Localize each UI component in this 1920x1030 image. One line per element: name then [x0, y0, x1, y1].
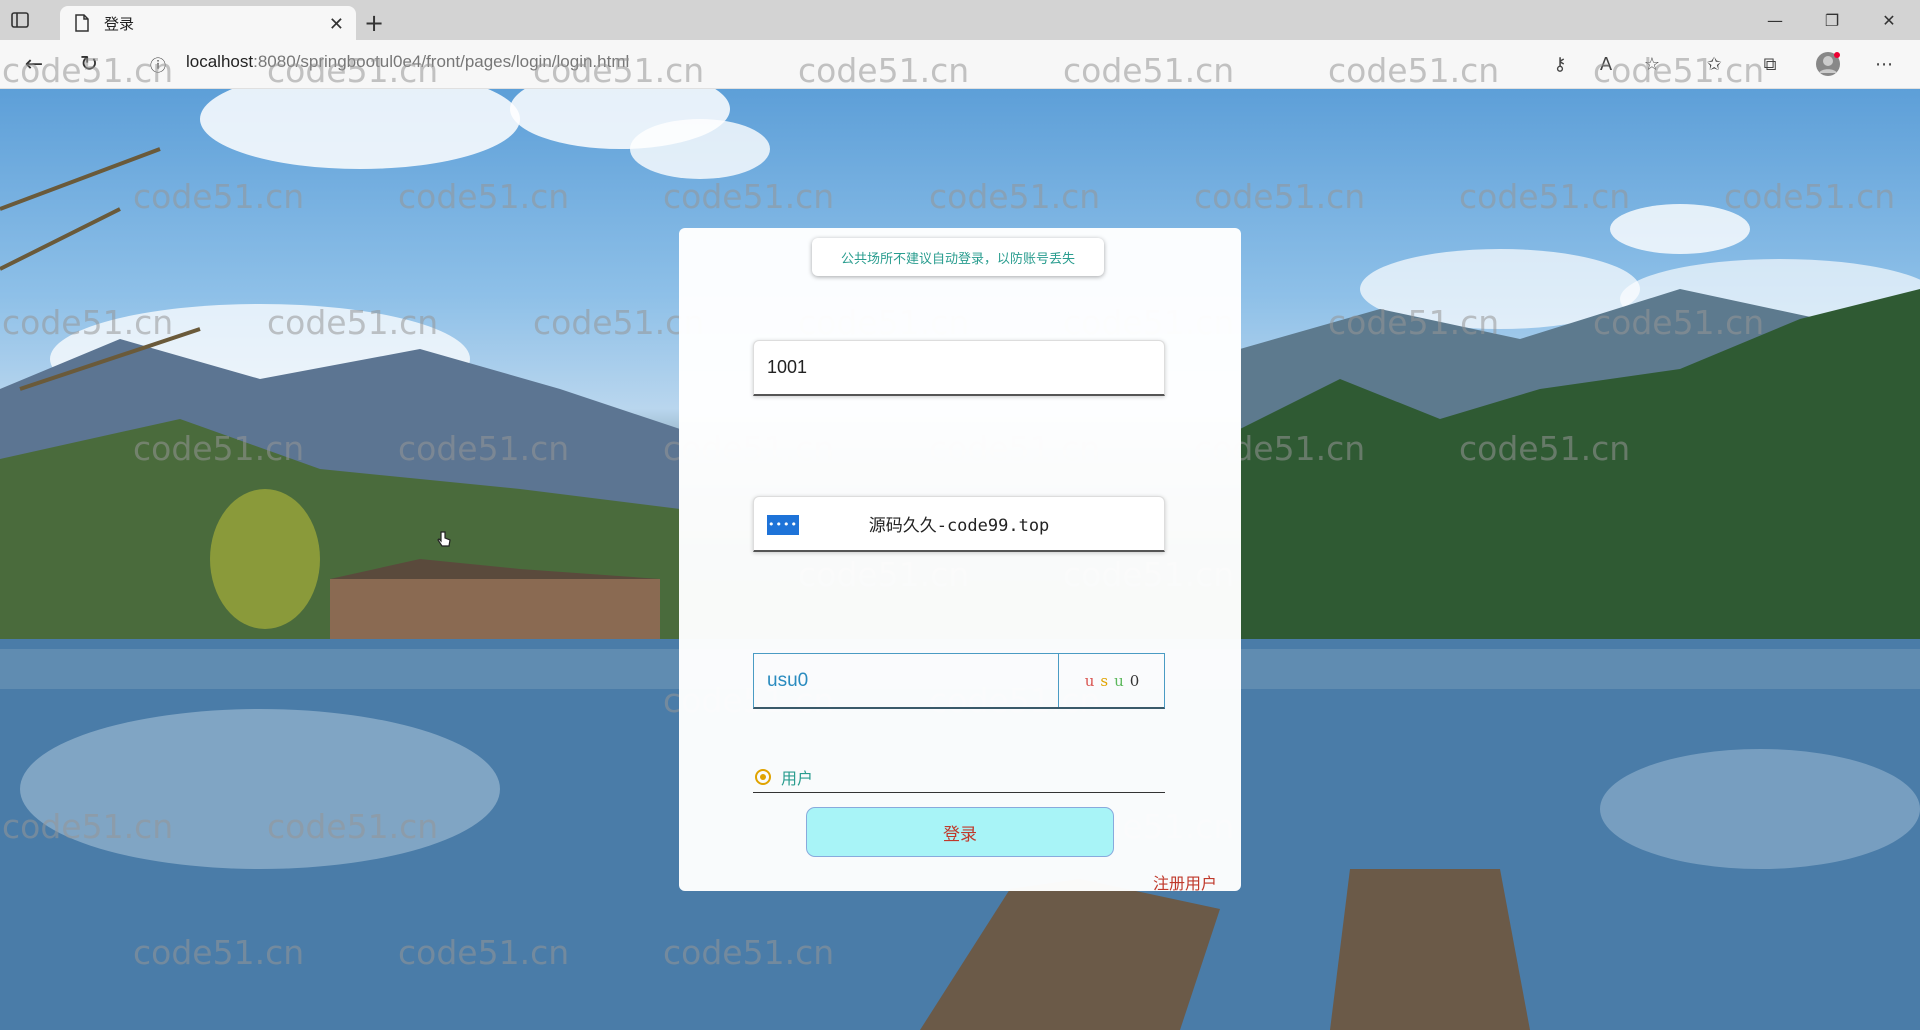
back-icon[interactable]: ←: [18, 48, 50, 80]
more-menu-icon[interactable]: ⋯: [1868, 48, 1900, 80]
window-close-icon[interactable]: ✕: [1862, 0, 1916, 40]
login-button[interactable]: 登录: [806, 807, 1114, 857]
role-selector: 用户: [753, 762, 1165, 793]
hand-cursor-icon: [437, 531, 451, 547]
favorites-icon[interactable]: ✩: [1698, 48, 1730, 80]
login-card: 公共场所不建议自动登录，以防账号丢失 •••• 源码久久-code99.top …: [679, 228, 1241, 894]
refresh-icon[interactable]: ↻: [73, 48, 105, 80]
username-field[interactable]: [753, 340, 1165, 396]
captcha-char: s: [1100, 671, 1109, 690]
new-tab-icon[interactable]: +: [356, 6, 392, 40]
profile-avatar-icon[interactable]: [1812, 48, 1844, 80]
key-icon[interactable]: ⚷: [1544, 48, 1576, 80]
add-favorite-icon[interactable]: ☆: [1636, 48, 1668, 80]
minimize-icon[interactable]: —: [1748, 0, 1802, 40]
password-field[interactable]: •••• 源码久久-code99.top: [753, 496, 1165, 552]
restore-icon[interactable]: ❐: [1805, 0, 1859, 40]
document-icon: [74, 14, 92, 32]
captcha-char: u: [1114, 671, 1124, 690]
role-radio-user[interactable]: [755, 769, 771, 785]
role-label-user: 用户: [781, 769, 814, 788]
collections-icon[interactable]: ⧉: [1754, 48, 1786, 80]
url-host: localhost: [186, 52, 254, 71]
captcha-image[interactable]: usu0: [1058, 654, 1165, 707]
password-text: 源码久久-code99.top: [868, 516, 1050, 536]
browser-tab-bar: 登录 ✕ +: [0, 0, 1920, 40]
captcha-row: usu0: [753, 653, 1165, 709]
tab-title: 登录: [104, 14, 135, 33]
browser-tab-active[interactable]: 登录 ✕: [60, 6, 356, 40]
captcha-char: 0: [1129, 671, 1140, 690]
read-aloud-icon[interactable]: A: [1590, 48, 1622, 80]
username-input[interactable]: [754, 341, 1164, 394]
tab-close-icon[interactable]: ✕: [329, 14, 344, 35]
url-field[interactable]: localhost:8080/springbootul0e4/front/pag…: [186, 52, 629, 72]
captcha-char: u: [1084, 671, 1095, 690]
tab-actions-icon[interactable]: [0, 0, 40, 40]
url-path: :8080/springbootul0e4/front/pages/login/…: [253, 52, 630, 71]
address-bar: ← ↻ ⓘ localhost:8080/springbootul0e4/fro…: [0, 40, 1920, 89]
site-info-icon[interactable]: ⓘ: [142, 48, 174, 80]
auto-login-tip: 公共场所不建议自动登录，以防账号丢失: [812, 238, 1104, 276]
register-link[interactable]: 注册用户: [1153, 870, 1217, 894]
captcha-input[interactable]: [754, 654, 1058, 707]
